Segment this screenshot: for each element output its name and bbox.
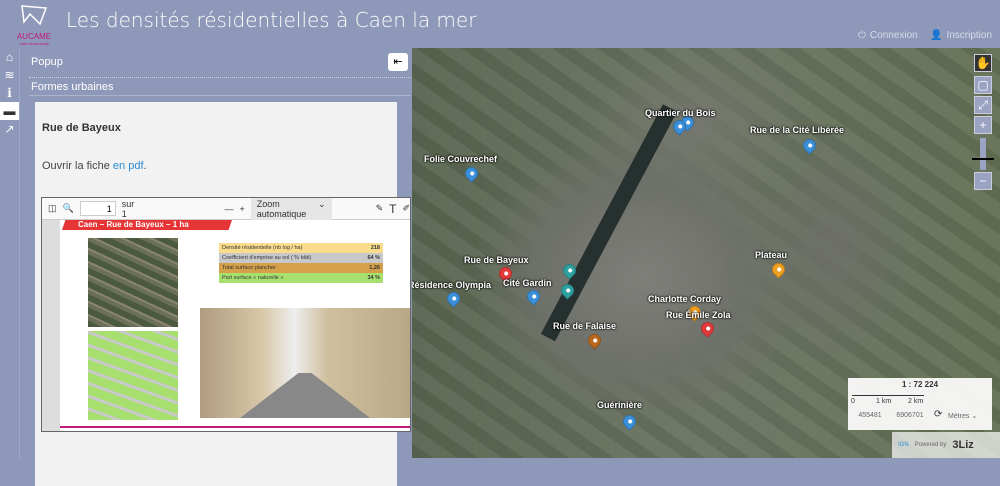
popup-panel: Popup ⇤ Formes urbaines Rue de Bayeux Ou… bbox=[21, 48, 411, 486]
pdf-viewer: ◫ 🔍 sur 1 — + Zoom automatique⌄ ✎ T ✐ Ca… bbox=[41, 197, 411, 432]
connexion-link[interactable]: ⏻ Connexion bbox=[858, 30, 918, 41]
units-select[interactable]: Mètres ⌄ bbox=[948, 412, 977, 420]
map-label: Quartier du Bois bbox=[645, 108, 716, 118]
zoom-in-button[interactable]: + bbox=[240, 204, 245, 214]
chevron-down-icon: ⌄ bbox=[318, 198, 326, 209]
search-icon[interactable]: 🔍 bbox=[63, 203, 74, 214]
zoom-slider-handle[interactable] bbox=[972, 158, 994, 160]
map-marker[interactable] bbox=[524, 287, 543, 306]
map-label: Charlotte Corday bbox=[648, 294, 722, 304]
street-view-image bbox=[200, 308, 410, 418]
divider bbox=[29, 95, 411, 96]
map-label: Résidence Olympia bbox=[412, 280, 492, 290]
map-label: Rue Émile Zola bbox=[666, 310, 731, 320]
refresh-icon[interactable]: ⟳ bbox=[934, 409, 942, 420]
pan-hand-icon[interactable]: ✋ bbox=[974, 54, 992, 72]
text-icon[interactable]: T bbox=[389, 202, 396, 216]
collapse-panel-button[interactable]: ⇤ bbox=[388, 53, 408, 71]
3liz-logo: 3Liz bbox=[952, 439, 974, 451]
map-marker[interactable] bbox=[585, 331, 604, 350]
zoom-box-icon[interactable]: ▢ bbox=[974, 76, 992, 94]
pdf-link[interactable]: en pdf bbox=[113, 160, 144, 172]
map-marker[interactable] bbox=[800, 136, 819, 155]
popup-icon[interactable]: ▬ bbox=[0, 102, 19, 120]
zoom-out-button[interactable]: − bbox=[974, 172, 992, 190]
divider bbox=[60, 426, 410, 428]
share-icon[interactable]: ↗ bbox=[0, 120, 19, 138]
feature-text: Ouvrir la fiche en pdf. bbox=[42, 160, 147, 172]
map-marker[interactable] bbox=[769, 260, 788, 279]
popup-card: Rue de Bayeux Ouvrir la fiche en pdf. ◫ … bbox=[35, 102, 411, 486]
info-icon[interactable]: i bbox=[0, 84, 19, 102]
map-marker[interactable] bbox=[620, 412, 639, 431]
map[interactable]: ✋ ▢ ⤢ + − 1 : 72 224 0 1 km 2 km 455481 … bbox=[412, 48, 1000, 458]
map-marker[interactable] bbox=[698, 319, 717, 338]
sidebar-toggle-icon[interactable]: ◫ bbox=[48, 203, 57, 214]
divider bbox=[29, 77, 411, 78]
y-coordinate: 6906701 bbox=[896, 412, 924, 419]
map-label: Guérinière bbox=[597, 400, 643, 410]
density-table: Densité résidentielle (nb log / ha) 218 C… bbox=[219, 243, 383, 283]
map-label: Rue de la Cité Libérée bbox=[750, 125, 845, 135]
map-marker[interactable] bbox=[462, 164, 481, 183]
zoom-slider[interactable] bbox=[980, 138, 986, 170]
map-label: Cité Gardin bbox=[503, 278, 552, 288]
map-marker[interactable] bbox=[444, 289, 463, 308]
feature-title: Rue de Bayeux bbox=[42, 122, 121, 134]
app-title: Les densités résidentielles à Caen la me… bbox=[66, 8, 477, 32]
pdf-page: Caen – Rue de Bayeux – 1 ha Densité rési… bbox=[60, 220, 410, 431]
zoom-select[interactable]: Zoom automatique ⌄ bbox=[250, 198, 332, 221]
pdf-toolbar: ◫ 🔍 sur 1 — + Zoom automatique⌄ ✎ T ✐ bbox=[42, 198, 410, 221]
highlight-icon[interactable]: ✎ bbox=[376, 203, 384, 214]
draw-icon[interactable]: ✐ bbox=[402, 203, 410, 214]
layer-title: Formes urbaines bbox=[31, 81, 114, 93]
aerial-image bbox=[88, 238, 178, 327]
sidebar-rail: ⌂ ≋ i ▬ ↗ bbox=[0, 48, 20, 458]
x-coordinate: 455481 bbox=[858, 412, 882, 419]
attribution: IGN Powered by 3Liz bbox=[892, 432, 1000, 458]
canal bbox=[540, 104, 678, 342]
scale-bar bbox=[852, 395, 924, 396]
land-use-map-image bbox=[88, 331, 178, 420]
fullextent-icon[interactable]: ⤢ bbox=[974, 96, 992, 114]
zoom-out-button[interactable]: — bbox=[225, 204, 234, 214]
zoom-in-button[interactable]: + bbox=[974, 116, 992, 134]
power-icon: ⏻ bbox=[858, 30, 866, 41]
map-label: Plateau bbox=[755, 250, 788, 260]
map-label: Rue de Falaise bbox=[553, 321, 617, 331]
scale-box: 1 : 72 224 0 1 km 2 km 455481 6906701 ⟳ … bbox=[848, 378, 992, 430]
map-label: Rue de Bayeux bbox=[464, 255, 529, 265]
header: AUCAME Caen Normandie Les densités résid… bbox=[0, 0, 1000, 48]
inscription-link[interactable]: 👤 Inscription bbox=[930, 30, 992, 41]
pdf-banner: Caen – Rue de Bayeux – 1 ha bbox=[62, 220, 232, 230]
panel-title: Popup bbox=[31, 56, 63, 68]
aucame-logo[interactable]: AUCAME Caen Normandie bbox=[14, 4, 54, 46]
map-label: Folie Couvrechef bbox=[424, 154, 498, 164]
user-add-icon: 👤 bbox=[930, 30, 943, 41]
home-icon[interactable]: ⌂ bbox=[0, 48, 19, 66]
layers-icon[interactable]: ≋ bbox=[0, 66, 19, 84]
page-number-input[interactable] bbox=[79, 201, 116, 216]
